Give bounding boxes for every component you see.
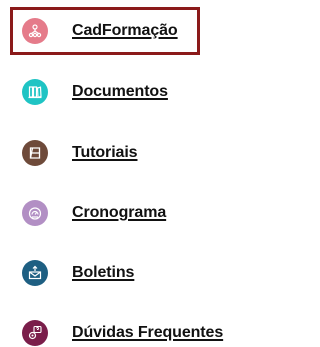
nav-item-label: CadFormação [72, 22, 178, 39]
nav-item-tutoriais[interactable]: Tutoriais [22, 140, 138, 166]
question-gear-icon [22, 320, 48, 346]
people-network-icon [22, 18, 48, 44]
documents-icon [22, 79, 48, 105]
nav-item-duvidas-frequentes[interactable]: Dúvidas Frequentes [22, 320, 223, 346]
nav-item-cronograma[interactable]: Cronograma [22, 200, 166, 226]
nav-item-label: Boletins [72, 264, 135, 281]
gauge-icon [22, 200, 48, 226]
nav-item-label: Documentos [72, 83, 168, 100]
nav-item-label: Cronograma [72, 204, 167, 221]
envelope-upload-icon [22, 260, 48, 286]
nav-item-cadformacao[interactable]: CadFormação [22, 18, 178, 44]
nav-item-label: Tutoriais [72, 144, 138, 161]
nav-item-boletins[interactable]: Boletins [22, 260, 134, 286]
side-navigation: CadFormação Documentos Tutoriais Cronogr… [0, 0, 252, 347]
nav-item-documentos[interactable]: Documentos [22, 79, 168, 105]
nav-item-label: Dúvidas Frequentes [72, 324, 224, 341]
tutorial-icon [22, 140, 48, 166]
